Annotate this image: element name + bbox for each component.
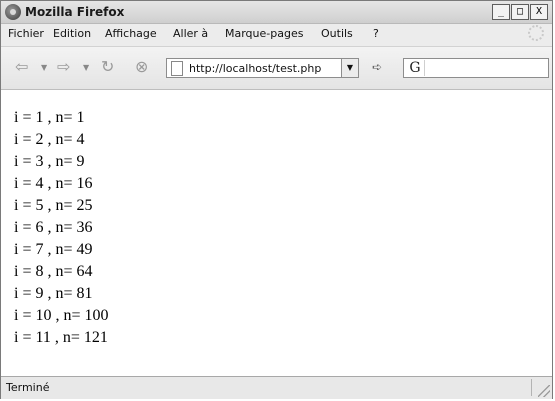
forward-arrow-icon[interactable]: ⇨ <box>57 58 70 76</box>
window-title: Mozilla Firefox <box>25 5 125 19</box>
menu-affichage-label: Affichage <box>105 27 157 40</box>
menu-fichier-label: Fichier <box>8 27 44 40</box>
page-icon <box>171 61 183 76</box>
menu-outils-label: Outils <box>321 27 353 40</box>
output-line: i = 8 , n= 64 <box>14 263 93 280</box>
output-line: i = 1 , n= 1 <box>14 109 85 126</box>
output-line: i = 11 , n= 121 <box>14 329 108 346</box>
status-text: Terminé <box>6 381 50 394</box>
forward-dropdown-icon[interactable]: ▼ <box>83 63 89 72</box>
navigation-toolbar: ⇦ ▼ ⇨ ▼ ↻ ⊗ http://localhost/test.php ▼ … <box>1 46 552 90</box>
browser-window: Mozilla Firefox _ □ X Fichier Edition Af… <box>0 0 553 399</box>
resize-grip-icon[interactable] <box>538 385 550 397</box>
firefox-icon <box>5 4 21 20</box>
menu-aller-a[interactable]: Aller à <box>173 27 208 40</box>
menu-help-label: ? <box>373 27 379 40</box>
output-line: i = 3 , n= 9 <box>14 153 85 170</box>
output-line: i = 6 , n= 36 <box>14 219 93 236</box>
menu-edition[interactable]: Edition <box>53 27 91 40</box>
google-icon[interactable]: G <box>406 60 425 76</box>
status-separator <box>531 379 532 396</box>
url-bar[interactable]: http://localhost/test.php ▼ <box>166 58 359 78</box>
stop-icon[interactable]: ⊗ <box>135 58 148 76</box>
minimize-button[interactable]: _ <box>492 4 510 20</box>
menu-help[interactable]: ? <box>373 27 379 40</box>
status-bar: Terminé <box>1 376 552 399</box>
search-bar[interactable]: G <box>403 58 549 78</box>
close-button[interactable]: X <box>530 4 548 20</box>
menu-outils[interactable]: Outils <box>321 27 353 40</box>
output-line: i = 4 , n= 16 <box>14 175 93 192</box>
maximize-button[interactable]: □ <box>511 4 529 20</box>
output-line: i = 9 , n= 81 <box>14 285 93 302</box>
reload-icon[interactable]: ↻ <box>101 58 114 76</box>
throbber-icon <box>528 25 544 41</box>
back-arrow-icon[interactable]: ⇦ <box>15 58 28 76</box>
output-line: i = 5 , n= 25 <box>14 197 93 214</box>
menu-marque-pages[interactable]: Marque-pages <box>225 27 303 40</box>
menu-marque-pages-label: Marque-pages <box>225 27 304 40</box>
url-history-dropdown[interactable]: ▼ <box>341 59 358 77</box>
menu-aller-a-label: Aller à <box>173 27 209 40</box>
window-controls: _ □ X <box>492 4 548 20</box>
output-line: i = 10 , n= 100 <box>14 307 109 324</box>
menu-affichage[interactable]: Affichage <box>105 27 157 40</box>
title-bar[interactable]: Mozilla Firefox _ □ X <box>1 1 552 24</box>
back-dropdown-icon[interactable]: ▼ <box>41 63 47 72</box>
menu-bar: Fichier Edition Affichage Aller à Marque… <box>1 24 552 44</box>
output-line: i = 7 , n= 49 <box>14 241 93 258</box>
menu-edition-label: Edition <box>53 27 92 40</box>
output-line: i = 2 , n= 4 <box>14 131 85 148</box>
menu-fichier[interactable]: Fichier <box>8 27 44 40</box>
go-icon[interactable]: ➪ <box>372 61 388 73</box>
page-content: i = 1 , n= 1 i = 2 , n= 4 i = 3 , n= 9 i… <box>1 89 552 376</box>
url-text[interactable]: http://localhost/test.php <box>189 62 321 75</box>
